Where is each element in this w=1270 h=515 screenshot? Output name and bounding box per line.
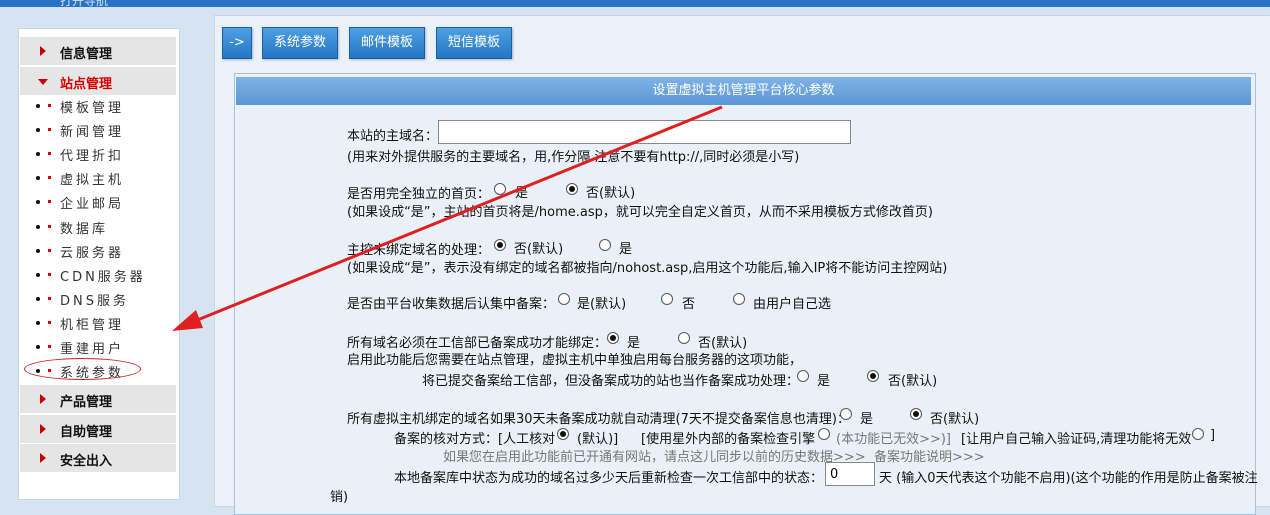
- homepage-hint: (如果设成“是”，主站的首页将是/home.asp，就可以完全自定义首页，从而不…: [347, 205, 933, 220]
- panel-title: 设置虚拟主机管理平台核心参数: [236, 77, 1251, 105]
- bullet-icon: [48, 273, 51, 276]
- collect-user-label: 由用户自己选: [753, 297, 832, 312]
- icp-treat-yes-label: 是: [817, 374, 831, 389]
- icp-hint: 启用此功能后您需要在站点管理，虚拟主机中单独启用每台服务器的这项功能，: [347, 353, 803, 368]
- homepage-label: 是否用完全独立的首页：: [347, 187, 491, 202]
- collect-label: 是否由平台收集数据后认集中备案：: [347, 297, 556, 312]
- homepage-yes-label: 是: [515, 186, 529, 201]
- verify-manual-label: (默认)]: [577, 432, 619, 447]
- icp-no-radio[interactable]: [678, 332, 690, 344]
- recheck-field[interactable]: [826, 463, 874, 485]
- verify-engine-label: [使用星外内部的备案检查引擎: [641, 432, 816, 447]
- collect-yes-label: 是(默认): [577, 297, 627, 312]
- back-tab[interactable]: ->: [222, 27, 252, 59]
- collect-user-radio[interactable]: [733, 293, 745, 305]
- unbound-hint: (如果设成“是”，表示没有绑定的域名都被指向/nohost.asp,启用这个功能…: [347, 261, 948, 276]
- unbound-no-label: 否(默认): [514, 242, 564, 257]
- homepage-no-label: 否(默认): [586, 186, 636, 201]
- cleanup-no-radio[interactable]: [910, 408, 922, 420]
- domain-hint: (用来对外提供服务的主要域名，用,作分隔 注意不要有http://,同时必须是小…: [347, 150, 800, 165]
- bullet-icon: [36, 225, 40, 229]
- verify-user-label: [让用户自己输入验证码,清理功能将无效: [961, 432, 1192, 447]
- bullet-icon: [36, 249, 40, 253]
- recheck-input[interactable]: [825, 462, 875, 486]
- sidebar-category-product[interactable]: 产品管理: [20, 385, 176, 414]
- bullet-icon: [36, 273, 40, 277]
- bullet-icon: [48, 297, 51, 300]
- homepage-no-radio[interactable]: [566, 183, 578, 195]
- bullet-icon: [36, 200, 40, 204]
- bullet-icon: [48, 345, 51, 348]
- bullet-icon: [48, 152, 51, 155]
- cleanup-label: 所有虚拟主机绑定的域名如果30天未备案成功就自动清理(7天不提交备案信息也清理)…: [347, 412, 850, 427]
- tab-sms-template[interactable]: 短信模板: [436, 27, 512, 59]
- expand-arrow-icon: [40, 424, 46, 434]
- collapse-arrow-icon: [38, 79, 48, 85]
- bullet-icon: [36, 345, 40, 349]
- cleanup-yes-radio[interactable]: [840, 408, 852, 420]
- tab-mail-template[interactable]: 邮件模板: [349, 27, 425, 59]
- bullet-icon: [48, 321, 51, 324]
- expand-arrow-icon: [40, 46, 46, 56]
- expand-arrow-icon: [40, 453, 46, 463]
- bullet-icon: [48, 200, 51, 203]
- recheck-hint: 天 (输入0天代表这个功能不启用)(这个功能的作用是防止备案被注: [879, 471, 1258, 486]
- unbound-yes-label: 是: [619, 242, 633, 257]
- unbound-no-radio[interactable]: [494, 239, 506, 251]
- expand-arrow-icon: [40, 394, 46, 404]
- collect-yes-radio[interactable]: [558, 293, 570, 305]
- collect-no-radio[interactable]: [661, 293, 673, 305]
- bullet-icon: [36, 321, 40, 325]
- tab-system-params[interactable]: 系统参数: [262, 27, 338, 59]
- highlight-circle: [24, 358, 141, 380]
- bullet-icon: [48, 128, 51, 131]
- icp-yes-radio[interactable]: [607, 332, 619, 344]
- collect-no-label: 否: [682, 297, 696, 312]
- domain-field[interactable]: [439, 121, 850, 143]
- icp-treat-label: 将已提交备案给工信部，但没备案成功的站也当作备案成功处理：: [422, 374, 800, 389]
- sidebar-category-self-service[interactable]: 自助管理: [20, 415, 176, 444]
- bullet-icon: [48, 225, 51, 228]
- recheck-label: 本地备案库中状态为成功的域名过多少天后重新检查一次工信部中的状态：: [394, 471, 824, 486]
- verify-user-radio[interactable]: [1192, 428, 1204, 440]
- verify-engine-note: (本功能已无效>>)]: [836, 432, 952, 447]
- cleanup-yes-label: 是: [860, 412, 874, 427]
- unbound-yes-radio[interactable]: [599, 239, 611, 251]
- bullet-icon: [36, 152, 40, 156]
- bullet-icon: [36, 128, 40, 132]
- verify-manual-radio[interactable]: [557, 428, 569, 440]
- icp-treat-no-radio[interactable]: [867, 370, 879, 382]
- sidebar-category-security[interactable]: 安全出入: [20, 444, 176, 473]
- bullet-icon: [48, 104, 51, 107]
- icp-help-link[interactable]: 备案功能说明>>>: [874, 446, 985, 465]
- top-bar: 打开导航: [0, 0, 1270, 8]
- sidebar-category-site[interactable]: 站点管理: [20, 67, 176, 96]
- bullet-icon: [48, 176, 51, 179]
- homepage-yes-radio[interactable]: [494, 183, 506, 195]
- bullet-icon: [36, 104, 40, 108]
- bullet-icon: [48, 249, 51, 252]
- icp-treat-yes-radio[interactable]: [797, 370, 809, 382]
- domain-input[interactable]: [438, 120, 851, 144]
- bullet-icon: [36, 176, 40, 180]
- verify-label: 备案的核对方式：[人工核对: [394, 432, 556, 447]
- recheck-hint-wrap: 销): [330, 490, 349, 505]
- icp-treat-no-label: 否(默认): [888, 374, 938, 389]
- unbound-label: 主控未绑定域名的处理：: [347, 243, 491, 258]
- verify-engine-radio[interactable]: [818, 428, 830, 440]
- verify-user-end: ]: [1210, 428, 1216, 443]
- sidebar-category-info[interactable]: 信息管理: [20, 37, 176, 66]
- domain-label: 本站的主域名：: [347, 129, 439, 144]
- bullet-icon: [36, 297, 40, 301]
- cleanup-no-label: 否(默认): [930, 412, 980, 427]
- history-sync-link[interactable]: 如果您在启用此功能前已开通有网站，请点这儿同步以前的历史数据>>>: [443, 446, 866, 465]
